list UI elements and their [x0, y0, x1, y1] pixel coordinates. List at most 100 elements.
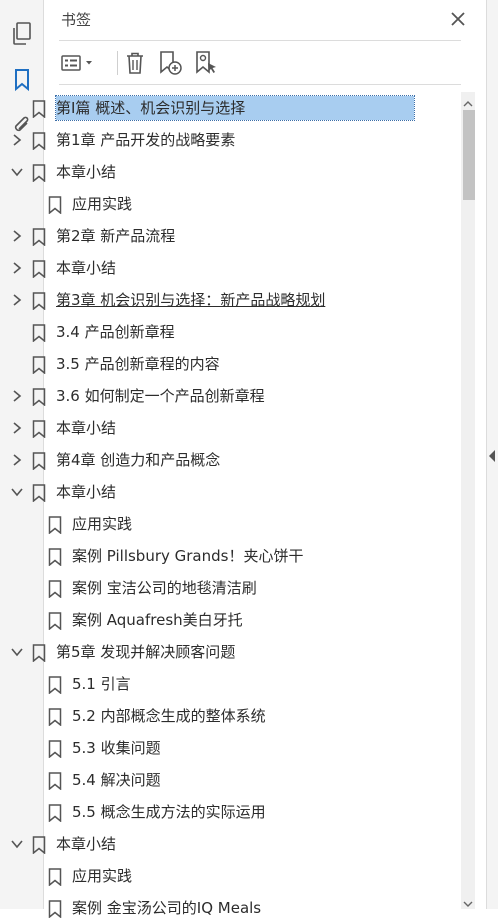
- chevron-right-icon[interactable]: [9, 452, 25, 468]
- bookmark-label[interactable]: 应用实践: [72, 194, 132, 214]
- bookmark-row[interactable]: 本章小结: [0, 156, 415, 188]
- bookmark-icon: [48, 548, 62, 567]
- bookmark-row[interactable]: 3.6 如何制定一个产品创新章程: [0, 380, 415, 412]
- bookmark-row[interactable]: 3.4 产品创新章程: [0, 316, 415, 348]
- bookmark-label[interactable]: 本章小结: [56, 418, 116, 438]
- bookmark-icon: [32, 836, 46, 855]
- bookmark-label[interactable]: 第1章 产品开发的战略要素: [56, 130, 235, 150]
- bookmark-label[interactable]: 3.6 如何制定一个产品创新章程: [56, 386, 265, 406]
- bookmark-icon[interactable]: [8, 66, 36, 94]
- bookmark-row[interactable]: 案例 Pillsbury Grands！夹心饼干: [0, 540, 415, 572]
- bookmark-row[interactable]: 案例 金宝汤公司的IQ Meals: [0, 892, 415, 924]
- bookmark-icon: [32, 452, 46, 471]
- bookmark-icon: [48, 804, 62, 823]
- bookmark-icon: [32, 420, 46, 439]
- bookmark-row[interactable]: 应用实践: [0, 188, 415, 220]
- chevron-right-icon[interactable]: [9, 292, 25, 308]
- bookmark-label[interactable]: 5.4 解决问题: [72, 770, 161, 790]
- bookmark-label[interactable]: 第3章 机会识别与选择：新产品战略规划: [56, 290, 325, 310]
- bookmark-icon: [32, 484, 46, 503]
- bookmark-icon: [48, 516, 62, 535]
- bookmark-icon: [32, 164, 46, 183]
- bookmark-row[interactable]: 第1章 产品开发的战略要素: [0, 124, 415, 156]
- bookmark-label[interactable]: 应用实践: [72, 866, 132, 886]
- panel-header: 书签: [61, 8, 469, 32]
- bookmark-label[interactable]: 5.5 概念生成方法的实际运用: [72, 802, 266, 822]
- close-icon[interactable]: [447, 8, 469, 30]
- chevron-right-icon[interactable]: [9, 420, 25, 436]
- bookmark-row[interactable]: 应用实践: [0, 860, 415, 892]
- bookmark-icon: [32, 292, 46, 311]
- bookmark-row[interactable]: 本章小结: [0, 252, 415, 284]
- chevron-down-icon[interactable]: [9, 164, 25, 180]
- bookmark-label[interactable]: 第5章 发现并解决顾客问题: [56, 642, 235, 662]
- bookmark-row[interactable]: 第2章 新产品流程: [0, 220, 415, 252]
- scrollbar-thumb[interactable]: [463, 110, 475, 200]
- bookmark-icon: [32, 132, 46, 151]
- bookmark-label[interactable]: 本章小结: [56, 258, 116, 278]
- chevron-right-icon[interactable]: [9, 388, 25, 404]
- delete-bookmark-icon[interactable]: [123, 49, 147, 77]
- bookmark-icon: [48, 740, 62, 759]
- options-menu-icon[interactable]: [59, 49, 97, 77]
- toolbar-divider: [117, 51, 118, 75]
- bookmark-label[interactable]: 案例 Aquafresh美白牙托: [72, 610, 243, 630]
- bookmark-row[interactable]: 5.1 引言: [0, 668, 415, 700]
- bookmark-icon: [32, 356, 46, 375]
- chevron-right-icon[interactable]: [9, 228, 25, 244]
- bookmark-icon: [32, 228, 46, 247]
- scrollbar-track[interactable]: [461, 92, 475, 909]
- scroll-down-icon[interactable]: [462, 894, 474, 907]
- bookmark-label[interactable]: 5.1 引言: [72, 674, 131, 694]
- bookmark-row[interactable]: 第4章 创造力和产品概念: [0, 444, 415, 476]
- bookmark-icon: [48, 676, 62, 695]
- bookmark-row[interactable]: 案例 宝洁公司的地毯清洁刷: [0, 572, 415, 604]
- bookmark-row[interactable]: 应用实践: [0, 508, 415, 540]
- bookmark-label[interactable]: 5.3 收集问题: [72, 738, 161, 758]
- bookmark-icon: [48, 900, 62, 919]
- new-bookmark-icon[interactable]: [157, 49, 183, 77]
- bookmark-row[interactable]: 第3章 机会识别与选择：新产品战略规划: [0, 284, 415, 316]
- bookmark-label[interactable]: 案例 金宝汤公司的IQ Meals: [72, 898, 261, 918]
- bookmark-row[interactable]: 案例 Aquafresh美白牙托: [0, 604, 415, 636]
- bookmark-row[interactable]: 5.3 收集问题: [0, 732, 415, 764]
- bookmark-toolbar: [59, 47, 461, 79]
- bookmark-label[interactable]: 5.2 内部概念生成的整体系统: [72, 706, 266, 726]
- bookmark-icon: [48, 580, 62, 599]
- chevron-down-icon[interactable]: [9, 836, 25, 852]
- bookmark-row[interactable]: 5.5 概念生成方法的实际运用: [0, 796, 415, 828]
- bookmark-row[interactable]: 本章小结: [0, 476, 415, 508]
- bookmark-label[interactable]: 应用实践: [72, 514, 132, 534]
- chevron-right-icon[interactable]: [9, 260, 25, 276]
- bookmark-label[interactable]: 本章小结: [56, 834, 116, 854]
- chevron-right-icon[interactable]: [9, 132, 25, 148]
- bookmark-icon: [48, 196, 62, 215]
- bookmark-row[interactable]: 本章小结: [0, 412, 415, 444]
- bookmark-label[interactable]: 本章小结: [56, 162, 116, 182]
- bookmark-icon: [32, 644, 46, 663]
- toolbar-divider-bottom: [59, 84, 461, 85]
- bookmark-label[interactable]: 第Ⅰ篇 概述、机会识别与选择: [55, 95, 415, 121]
- chevron-down-icon[interactable]: [9, 484, 25, 500]
- bookmark-label[interactable]: 第4章 创造力和产品概念: [56, 450, 220, 470]
- bookmark-tree: 第Ⅰ篇 概述、机会识别与选择 第1章 产品开发的战略要素 本章小结 应用实践 第2章 新…: [0, 92, 415, 924]
- bookmark-row[interactable]: 5.2 内部概念生成的整体系统: [0, 700, 415, 732]
- new-bookmark-from-structure-icon[interactable]: [193, 49, 219, 77]
- bookmark-row[interactable]: 第5章 发现并解决顾客问题: [0, 636, 415, 668]
- bookmark-label[interactable]: 案例 宝洁公司的地毯清洁刷: [72, 578, 257, 598]
- bookmark-label[interactable]: 3.5 产品创新章程的内容: [56, 354, 220, 374]
- pages-icon[interactable]: [8, 20, 36, 48]
- bookmark-icon: [32, 388, 46, 407]
- bookmark-label[interactable]: 案例 Pillsbury Grands！夹心饼干: [72, 546, 303, 566]
- bookmark-label[interactable]: 本章小结: [56, 482, 116, 502]
- scroll-up-icon[interactable]: [462, 94, 474, 107]
- bookmark-row[interactable]: 第Ⅰ篇 概述、机会识别与选择: [0, 92, 415, 124]
- bookmark-label[interactable]: 3.4 产品创新章程: [56, 322, 175, 342]
- bookmark-row[interactable]: 3.5 产品创新章程的内容: [0, 348, 415, 380]
- bookmark-row[interactable]: 本章小结: [0, 828, 415, 860]
- chevron-down-icon[interactable]: [9, 644, 25, 660]
- collapse-panel-icon[interactable]: [488, 448, 496, 462]
- bookmark-label[interactable]: 第2章 新产品流程: [56, 226, 175, 246]
- bookmark-row[interactable]: 5.4 解决问题: [0, 764, 415, 796]
- bookmark-icon: [32, 260, 46, 279]
